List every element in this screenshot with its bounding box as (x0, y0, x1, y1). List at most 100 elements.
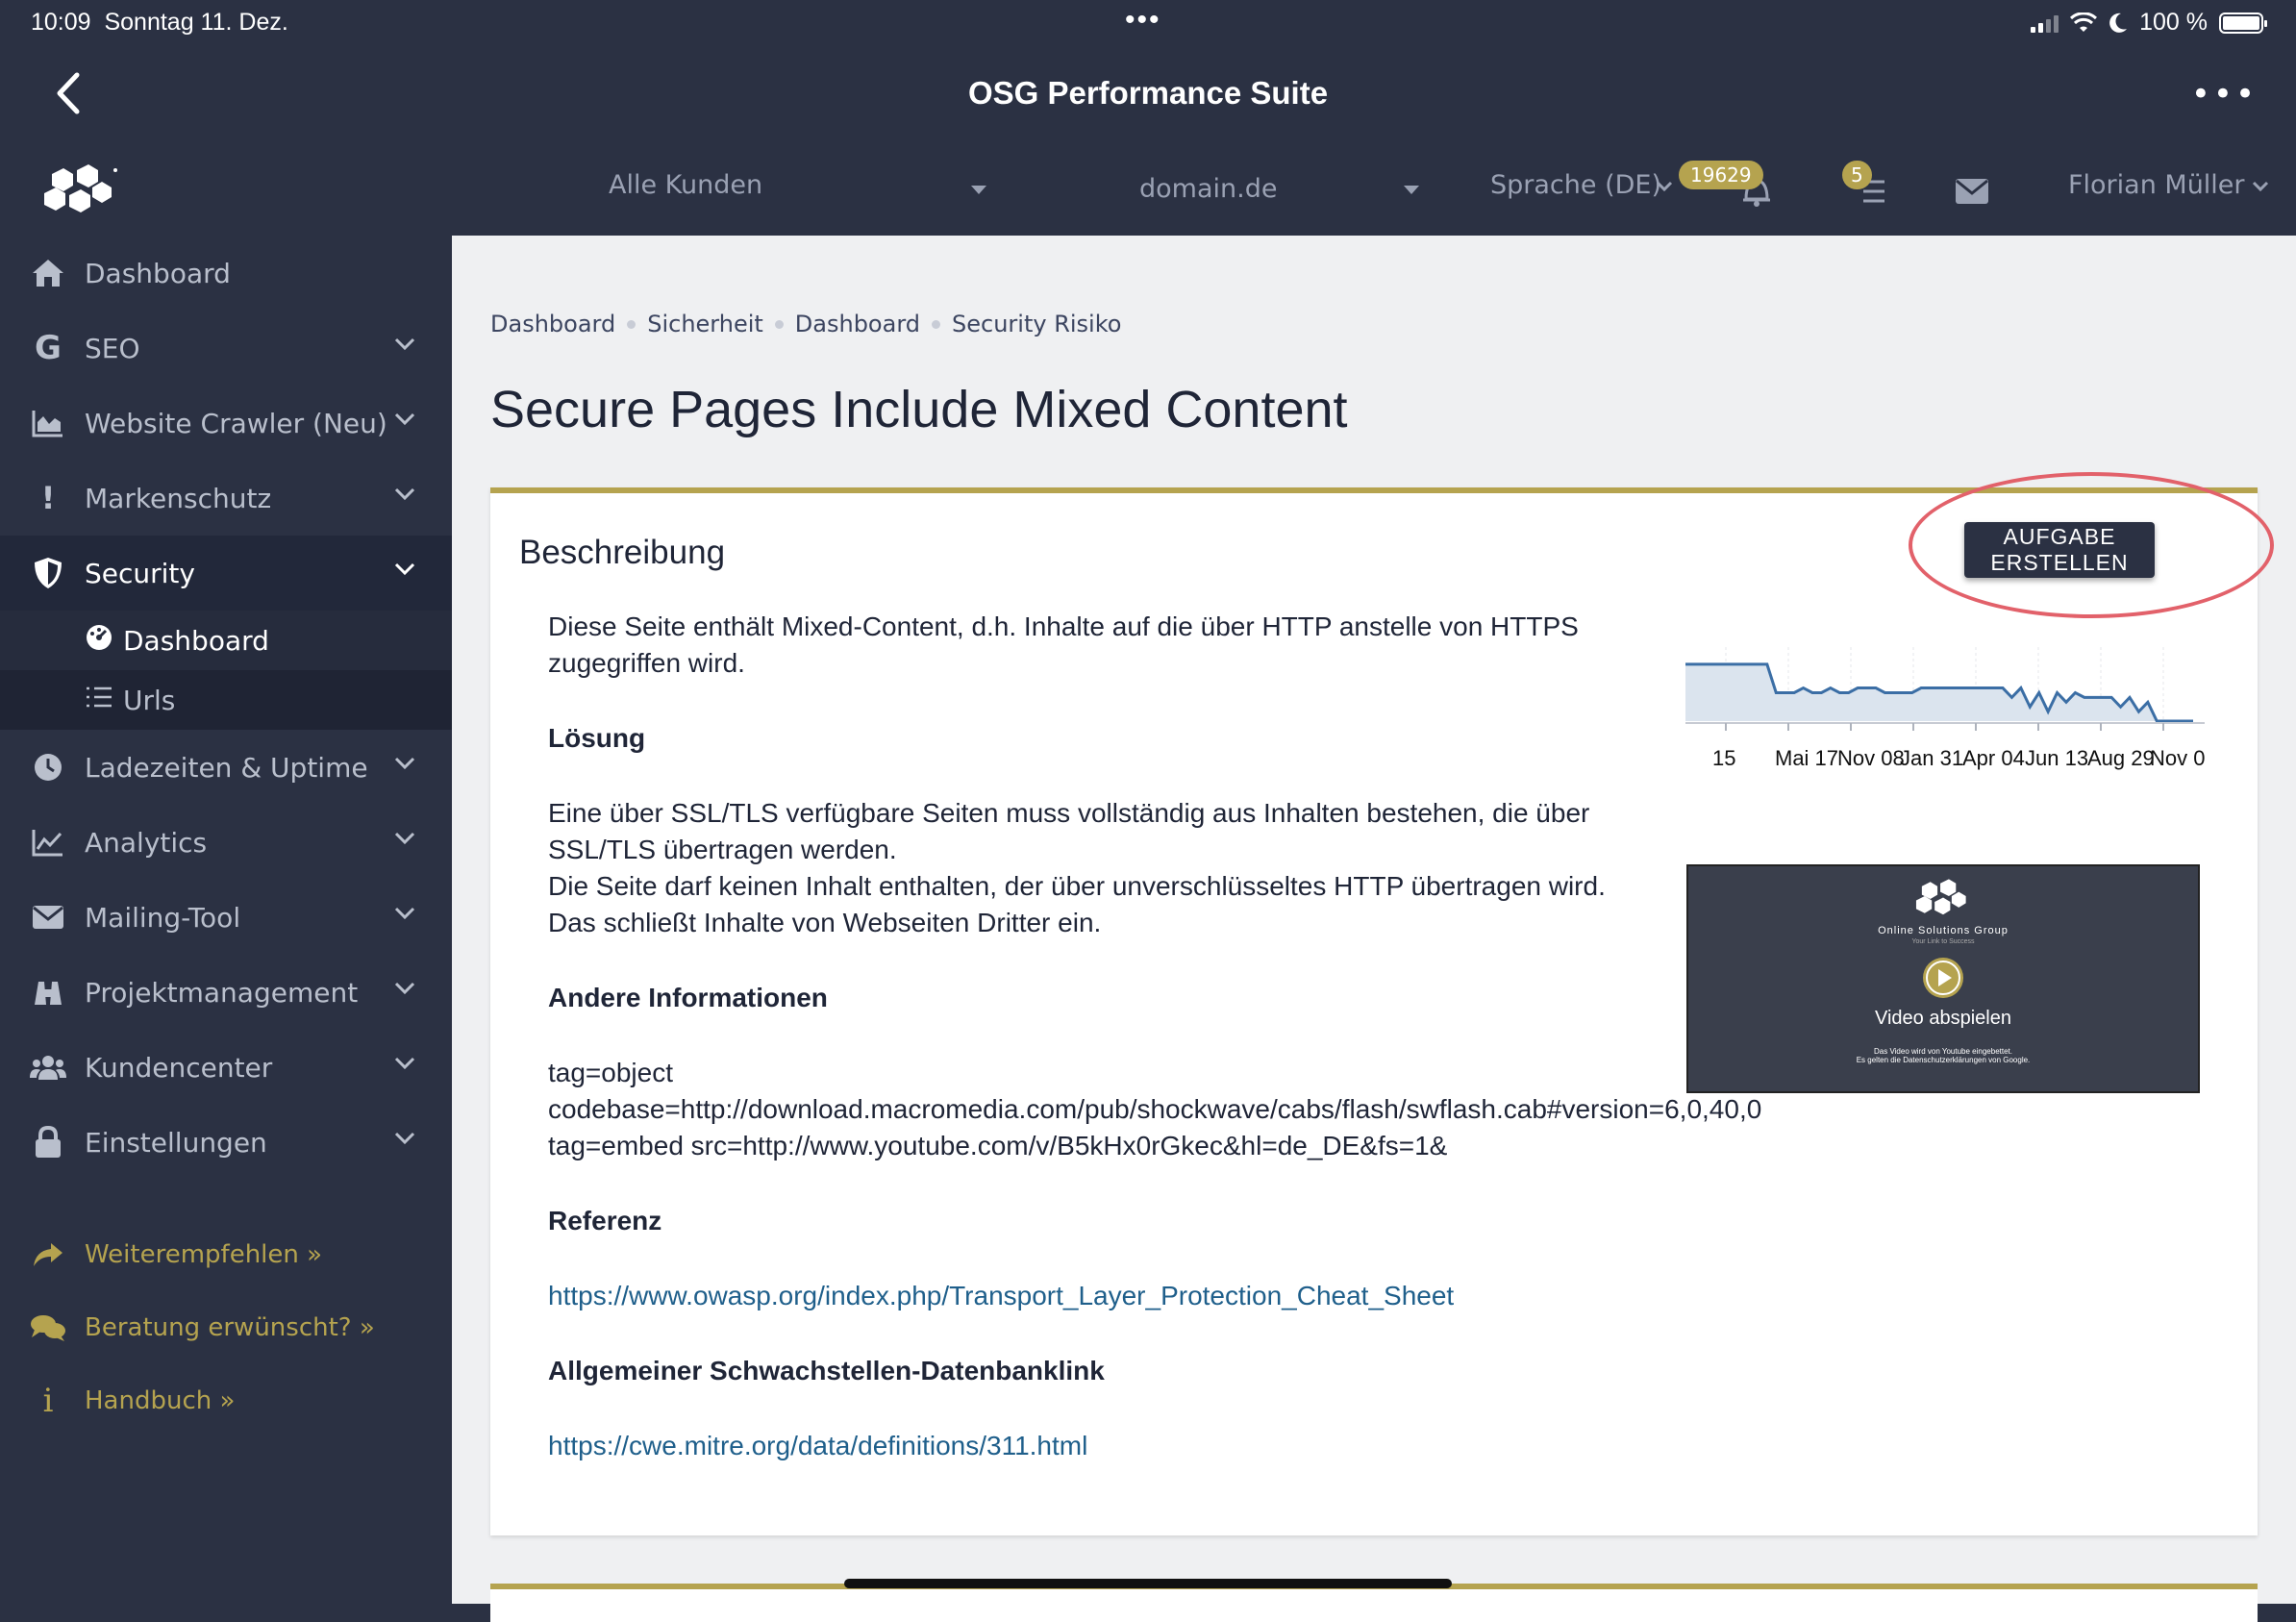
other-info-line: tag=object (548, 1058, 673, 1087)
tasks-badge: 5 (1842, 161, 1872, 189)
x-tick-label: Mai 17 (1775, 746, 1838, 770)
sidebar-item-markenschutz[interactable]: ! Markenschutz (0, 461, 452, 536)
breadcrumb: Dashboard Sicherheit Dashboard Security … (490, 311, 1121, 337)
sidebar-item-analytics[interactable]: Analytics (0, 805, 452, 880)
sidebar: Dashboard G SEO Website Crawler (Neu) ! … (0, 139, 452, 1604)
share-icon (29, 1241, 67, 1268)
page-title: Secure Pages Include Mixed Content (490, 381, 1348, 438)
breadcrumb-separator (774, 319, 784, 329)
lock-icon (29, 1123, 67, 1161)
language-select[interactable]: Sprache (DE) (1490, 170, 1661, 200)
chevron-down-icon (394, 562, 415, 576)
status-time: 10:09 Sonntag 11. Dez. (31, 9, 288, 36)
chevron-down-icon (394, 337, 415, 351)
description-body: Diese Seite enthält Mixed-Content, d.h. … (548, 609, 1798, 1464)
x-tick-label: Apr 04 (1962, 746, 2025, 770)
x-tick-label: Jan 31 (1900, 746, 1963, 770)
info-icon: i (42, 1382, 54, 1420)
video-tagline: Your Link to Success (1911, 938, 1975, 945)
chevron-down-icon[interactable] (971, 186, 986, 194)
sidebar-item-projektmanagement[interactable]: Projektmanagement (0, 955, 452, 1030)
shield-icon (29, 554, 67, 592)
series-area (1685, 663, 2193, 721)
sidebar-item-website-crawler[interactable]: Website Crawler (Neu) (0, 386, 452, 461)
sidebar-item-seo[interactable]: G SEO (0, 311, 452, 386)
envelope-icon[interactable] (1955, 178, 1989, 205)
sidebar-item-kundencenter[interactable]: Kundencenter (0, 1030, 452, 1105)
sidebar-item-einstellungen[interactable]: Einstellungen (0, 1105, 452, 1180)
description-card: Beschreibung AUFGABE ERSTELLEN Diese Sei… (490, 472, 2274, 1535)
sidebar-item-dashboard[interactable]: Dashboard (0, 236, 452, 311)
cwe-link[interactable]: https://cwe.mitre.org/data/definitions/3… (548, 1431, 1087, 1460)
reference-link[interactable]: https://www.owasp.org/index.php/Transpor… (548, 1281, 1454, 1310)
clock-icon (29, 748, 67, 786)
solution-line: Eine über SSL/TLS verfügbare Seiten muss… (548, 798, 1590, 864)
sidebar-item-security[interactable]: Security (0, 536, 452, 611)
chevron-down-icon (394, 832, 415, 845)
breadcrumb-item[interactable]: Dashboard (795, 311, 920, 337)
envelope-icon (29, 898, 67, 936)
line-chart-icon (29, 823, 67, 861)
breadcrumb-item[interactable]: Sicherheit (647, 311, 763, 337)
create-task-button[interactable]: AUFGABE ERSTELLEN (1964, 522, 2155, 578)
chevron-down-icon (394, 487, 415, 501)
sidebar-subitem-urls[interactable]: Urls (0, 670, 452, 730)
status-bar: 10:09 Sonntag 11. Dez. ••• 100 % (0, 0, 2296, 48)
more-options-icon[interactable]: ••• (2191, 75, 2258, 113)
chevron-down-icon (394, 757, 415, 770)
solution-heading: Lösung (548, 723, 646, 753)
osg-logo-icon (1915, 879, 1966, 915)
chevron-down-icon[interactable] (1404, 186, 1419, 194)
breadcrumb-item[interactable]: Dashboard (490, 311, 615, 337)
link-handbuch[interactable]: i Handbuch » (0, 1372, 452, 1430)
customer-select[interactable]: Alle Kunden (609, 170, 762, 200)
link-weiterempfehlen[interactable]: Weiterempfehlen » (0, 1226, 452, 1284)
intro-text: Diese Seite enthält Mixed-Content, d.h. … (548, 611, 1579, 678)
list-icon (85, 685, 113, 716)
other-info-heading: Andere Informationen (548, 983, 828, 1012)
breadcrumb-separator (627, 319, 636, 329)
chevron-down-icon (394, 412, 415, 426)
user-menu[interactable]: Florian Müller (2068, 170, 2245, 200)
breadcrumb-item-current: Security Risiko (952, 311, 1122, 337)
chevron-down-icon[interactable] (2252, 180, 2269, 193)
notifications-badge: 19629 (1679, 161, 1763, 189)
sidebar-item-mailing-tool[interactable]: Mailing-Tool (0, 880, 452, 955)
cellular-signal-icon (2031, 13, 2059, 33)
cwe-heading: Allgemeiner Schwachstellen-Datenbanklink (548, 1356, 1105, 1385)
multitask-dots[interactable]: ••• (1125, 4, 1161, 37)
solution-line: Das schließt Inhalte von Webseiten Dritt… (548, 908, 1102, 937)
status-right: 100 % (2031, 9, 2267, 37)
link-beratung[interactable]: Beratung erwünscht? » (0, 1299, 452, 1357)
breadcrumb-separator (932, 319, 941, 329)
x-tick-label: Nov 08 (1837, 746, 1905, 770)
google-icon: G (35, 329, 62, 367)
video-play-label: Video abspielen (1875, 1008, 2011, 1029)
chevron-down-icon (394, 982, 415, 995)
chevron-down-icon[interactable] (1656, 180, 1673, 193)
play-icon[interactable] (1922, 957, 1964, 999)
x-tick-label: Jun 13 (2025, 746, 2088, 770)
other-info-line: codebase=http://download.macromedia.com/… (548, 1094, 1762, 1124)
top-navigation: Alle Kunden domain.de Sprache (DE) 19629… (452, 139, 2296, 236)
solution-line: Die Seite darf keinen Inhalt enthalten, … (548, 871, 1606, 901)
app-header: OSG Performance Suite ••• (0, 48, 2296, 139)
users-icon (29, 1048, 67, 1086)
battery-icon (2219, 12, 2267, 34)
sidebar-subitem-security-dashboard[interactable]: Dashboard (0, 611, 452, 670)
domain-select[interactable]: domain.de (1139, 174, 1277, 204)
video-player[interactable]: Online Solutions Group Your Link to Succ… (1686, 864, 2200, 1093)
chevron-down-icon (394, 907, 415, 920)
x-tick-label: Aug 29 (2087, 746, 2155, 770)
other-info-line: tag=embed src=http://www.youtube.com/v/B… (548, 1131, 1448, 1160)
trend-chart-svg: 15 Mai 17Nov 08Jan 31Apr 04 Jun 13Aug 29No… (1685, 647, 2217, 770)
home-indicator[interactable] (844, 1579, 1452, 1588)
binoculars-icon (29, 973, 67, 1011)
next-card (490, 1584, 2258, 1622)
battery-percent: 100 % (2139, 9, 2208, 36)
app-title: OSG Performance Suite (967, 75, 1329, 111)
chevron-down-icon (394, 1132, 415, 1145)
sidebar-item-ladezeiten[interactable]: Ladezeiten & Uptime (0, 730, 452, 805)
main-content: Dashboard Sicherheit Dashboard Security … (452, 236, 2296, 1622)
video-note: Das Video wird von Youtube eingebettet. (1874, 1047, 2012, 1056)
